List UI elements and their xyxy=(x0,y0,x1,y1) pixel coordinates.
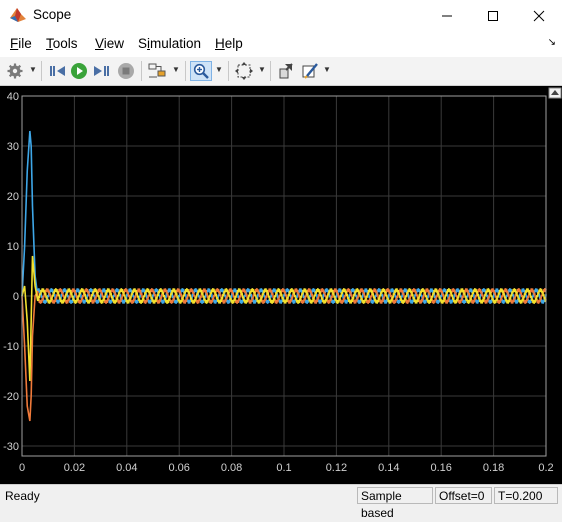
style-button[interactable] xyxy=(300,61,320,81)
x-tick-label: 0.18 xyxy=(483,462,504,474)
close-button[interactable] xyxy=(516,0,562,31)
zoom-dropdown-icon[interactable]: ▼ xyxy=(215,65,223,74)
autoscale-dropdown-icon[interactable]: ▼ xyxy=(258,65,266,74)
menu-bar: File Tools View Simulation Help ↘ xyxy=(0,31,562,58)
matlab-icon xyxy=(9,6,27,24)
x-tick-label: 0.14 xyxy=(378,462,399,474)
style-dropdown-icon[interactable]: ▼ xyxy=(323,65,331,74)
run-button[interactable] xyxy=(69,61,89,81)
signal-select-button[interactable] xyxy=(147,61,167,81)
x-tick-label: 0.1 xyxy=(276,462,291,474)
y-tick-label: 0 xyxy=(13,291,19,303)
toolbar-separator xyxy=(185,61,186,81)
maximize-button[interactable] xyxy=(470,0,516,31)
y-tick-label: -20 xyxy=(3,391,19,403)
y-tick-label: 40 xyxy=(7,91,19,103)
step-forward-button[interactable] xyxy=(92,61,112,81)
status-sample-mode: Sample based xyxy=(357,487,433,520)
y-tick-label: 20 xyxy=(7,191,19,203)
zoom-button[interactable] xyxy=(190,61,212,81)
x-tick-label: 0 xyxy=(19,462,25,474)
settings-button[interactable] xyxy=(5,61,25,81)
y-tick-label: 10 xyxy=(7,241,19,253)
x-tick-label: 0.02 xyxy=(64,462,85,474)
toolbar: ▼ ▼ ▼ ▼ ▼ xyxy=(0,57,562,86)
menu-overflow-icon[interactable]: ↘ xyxy=(548,37,556,48)
scope-plot[interactable]: 0 0.02 0.04 0.06 0.08 0.1 0.12 0.14 0.16 0.18 0.2 4… xyxy=(0,86,562,484)
menu-view[interactable]: View xyxy=(95,36,124,51)
stop-button[interactable] xyxy=(116,61,136,81)
legend-toggle-button[interactable] xyxy=(548,87,562,99)
y-tick-label: 30 xyxy=(7,141,19,153)
menu-file[interactable]: File xyxy=(10,36,32,51)
restore-view-button[interactable] xyxy=(276,61,296,81)
style-icon xyxy=(302,63,318,79)
x-tick-label: 0.04 xyxy=(116,462,137,474)
signal-select-icon xyxy=(148,63,166,78)
status-offset: Offset=0 xyxy=(435,487,492,504)
stop-icon xyxy=(118,63,134,79)
minimize-button[interactable] xyxy=(424,0,470,31)
minimize-icon xyxy=(442,15,452,16)
signal-dropdown-icon[interactable]: ▼ xyxy=(172,65,180,74)
settings-dropdown-icon[interactable]: ▼ xyxy=(29,65,37,74)
status-time: T=0.200 xyxy=(494,487,558,504)
window-title: Scope xyxy=(33,7,72,22)
toolbar-separator xyxy=(41,61,42,81)
maximize-icon xyxy=(488,10,498,21)
autoscale-button[interactable] xyxy=(234,61,254,81)
title-bar: Scope xyxy=(0,0,562,31)
menu-tools[interactable]: Tools xyxy=(46,36,78,51)
step-forward-icon xyxy=(94,66,109,76)
y-tick-label: -10 xyxy=(3,341,19,353)
autoscale-icon xyxy=(235,62,253,80)
step-back-icon xyxy=(50,66,65,76)
menu-help[interactable]: Help xyxy=(215,36,243,51)
x-tick-label: 0.08 xyxy=(221,462,242,474)
zoom-icon xyxy=(193,63,209,79)
status-ready: Ready xyxy=(5,489,40,503)
x-tick-label: 0.06 xyxy=(168,462,189,474)
toolbar-separator xyxy=(270,61,271,81)
scope-display[interactable]: 0 0.02 0.04 0.06 0.08 0.1 0.12 0.14 0.16 0.18 0.2 4… xyxy=(0,86,562,484)
x-tick-label: 0.12 xyxy=(326,462,347,474)
menu-simulation[interactable]: Simulation xyxy=(138,36,201,51)
step-back-button[interactable] xyxy=(47,61,67,81)
gear-icon xyxy=(7,63,23,79)
run-icon xyxy=(71,63,87,79)
toolbar-separator xyxy=(141,61,142,81)
toolbar-separator xyxy=(228,61,229,81)
status-bar: Ready Sample based Offset=0 T=0.200 xyxy=(0,484,562,520)
restore-view-icon xyxy=(279,63,293,79)
x-tick-label: 0.16 xyxy=(430,462,451,474)
y-tick-label: -30 xyxy=(3,441,19,453)
x-tick-label: 0.2 xyxy=(538,462,553,474)
close-icon xyxy=(533,10,545,21)
